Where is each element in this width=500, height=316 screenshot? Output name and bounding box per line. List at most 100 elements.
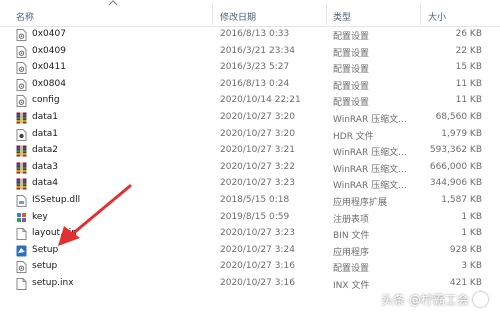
file-name: setup.inx — [32, 277, 74, 288]
file-type: 注册表项 — [333, 214, 370, 225]
file-row[interactable]: data2 2020/10/27 3:21 WinRAR 压缩文... 593,362… — [0, 143, 500, 160]
file-name: data1 — [32, 111, 58, 122]
file-size: 11 KB — [455, 78, 482, 89]
file-row[interactable]: 0x0409 2016/3/21 23:34 配置设置 22 KB — [0, 44, 500, 61]
inx-file-icon — [16, 277, 27, 290]
file-size: 421 KB — [449, 277, 482, 288]
file-date: 2018/5/15 0:18 — [220, 194, 290, 205]
file-date: 2016/8/13 0:33 — [220, 29, 290, 39]
watermark-badge-icon — [473, 292, 488, 307]
file-type: WinRAR 压缩文... — [333, 148, 407, 159]
file-type: 配置设置 — [333, 98, 370, 109]
file-name: 0x0409 — [32, 45, 66, 56]
file-size: 344,906 KB — [429, 178, 482, 189]
file-date: 2020/10/27 3:23 — [220, 228, 295, 239]
file-type: INX 文件 — [333, 280, 370, 291]
winrar-archive-icon — [16, 162, 27, 174]
winrar-archive-icon — [16, 178, 27, 190]
config-file-icon — [16, 95, 27, 108]
file-type: BIN 文件 — [333, 231, 370, 242]
column-divider[interactable] — [212, 3, 213, 25]
config-file-icon — [16, 62, 27, 75]
bin-file-icon — [16, 228, 27, 241]
column-header-date[interactable]: 修改日期 — [220, 10, 256, 23]
file-size: 22 KB — [455, 45, 482, 56]
file-date: 2016/8/13 0:24 — [220, 78, 290, 89]
file-type: WinRAR 压缩文... — [333, 181, 407, 192]
file-row[interactable]: 0x0411 2016/3/23 5:27 配置设置 15 KB — [0, 60, 500, 77]
column-divider[interactable] — [326, 3, 327, 25]
file-size: 1 KB — [461, 211, 482, 222]
sort-ascending-icon[interactable] — [108, 0, 118, 6]
file-type: 应用程序 — [333, 247, 370, 258]
hdr-file-icon — [16, 128, 27, 141]
file-type: WinRAR 压缩文... — [333, 164, 407, 175]
column-header-size[interactable]: 大小 — [428, 10, 446, 23]
file-name: data3 — [32, 161, 58, 172]
file-type: HDR 文件 — [333, 131, 374, 142]
file-date: 2020/10/27 3:20 — [220, 111, 295, 122]
file-list: 0x0407 2016/8/13 0:33 配置设置 26 KB 0x0409 2016/… — [0, 27, 500, 293]
file-row[interactable]: 0x0804 2016/8/13 0:24 配置设置 11 KB — [0, 77, 500, 94]
file-size: 1,587 KB — [441, 194, 482, 205]
file-size: 15 KB — [455, 62, 482, 73]
watermark: 头条 @柠霸工会 — [381, 291, 488, 308]
file-type: 配置设置 — [333, 32, 370, 42]
file-row[interactable]: setup.inx 2020/10/27 3:16 INX 文件 421 KB — [0, 276, 500, 293]
file-date: 2019/8/15 0:59 — [220, 211, 290, 222]
red-pointer-arrow — [58, 184, 132, 246]
file-name: data2 — [32, 145, 58, 156]
file-name: 0x0804 — [32, 78, 66, 89]
file-size: 666,000 KB — [429, 161, 482, 172]
file-size: 1 KB — [461, 228, 482, 239]
column-header-type[interactable]: 类型 — [333, 10, 351, 23]
file-row[interactable]: config 2020/10/14 22:21 配置设置 11 KB — [0, 93, 500, 110]
config-file-icon — [16, 45, 27, 58]
file-size: 593,362 KB — [429, 145, 482, 156]
file-type: 配置设置 — [333, 81, 370, 92]
file-name: 0x0411 — [32, 62, 66, 73]
file-row[interactable]: data1 2020/10/27 3:20 WinRAR 压缩文... 68,560 … — [0, 110, 500, 127]
dll-file-icon — [16, 194, 27, 207]
config-file-icon — [16, 29, 27, 41]
file-size: 928 KB — [449, 244, 482, 255]
watermark-text: 头条 @柠霸工会 — [381, 293, 469, 307]
winrar-archive-icon — [16, 112, 27, 124]
file-type: WinRAR 压缩文... — [333, 114, 407, 125]
file-date: 2020/10/27 3:24 — [220, 244, 295, 255]
file-size: 26 KB — [455, 29, 482, 39]
file-date: 2020/10/27 3:20 — [220, 128, 295, 139]
file-name: data1 — [32, 128, 58, 139]
file-name: setup — [32, 261, 58, 272]
file-date: 2016/3/23 5:27 — [220, 62, 290, 73]
column-header-bar: 名称 修改日期 类型 大小 — [0, 0, 500, 27]
file-type: 配置设置 — [333, 65, 370, 76]
file-date: 2020/10/27 3:16 — [220, 277, 295, 288]
winrar-archive-icon — [16, 145, 27, 157]
setup-exe-icon — [16, 245, 27, 257]
file-row[interactable]: 0x0407 2016/8/13 0:33 配置设置 26 KB — [0, 27, 500, 44]
file-date: 2020/10/27 3:21 — [220, 145, 295, 156]
file-row[interactable]: data1 2020/10/27 3:20 HDR 文件 1,979 KB — [0, 127, 500, 144]
file-row[interactable]: setup 2020/10/27 3:16 配置设置 3 KB — [0, 259, 500, 276]
column-divider[interactable] — [420, 3, 421, 25]
config-file-icon — [16, 261, 27, 274]
file-size: 3 KB — [461, 261, 482, 272]
file-type: 配置设置 — [333, 48, 370, 59]
file-size: 11 KB — [455, 95, 482, 106]
file-date: 2016/3/21 23:34 — [220, 45, 295, 56]
file-name: 0x0407 — [32, 29, 66, 39]
file-name: config — [32, 95, 60, 106]
file-date: 2020/10/14 22:21 — [220, 95, 301, 106]
file-size: 1,979 KB — [441, 128, 482, 139]
column-header-name[interactable]: 名称 — [16, 10, 34, 23]
file-date: 2020/10/27 3:22 — [220, 161, 295, 172]
file-name: key — [32, 211, 48, 222]
file-type: 配置设置 — [333, 264, 370, 275]
file-row[interactable]: data3 2020/10/27 3:22 WinRAR 压缩文... 666,000… — [0, 160, 500, 177]
file-date: 2020/10/27 3:16 — [220, 261, 295, 272]
file-date: 2020/10/27 3:23 — [220, 178, 295, 189]
registry-file-icon — [16, 212, 27, 224]
config-file-icon — [16, 78, 27, 91]
file-type: 应用程序扩展 — [333, 197, 388, 208]
